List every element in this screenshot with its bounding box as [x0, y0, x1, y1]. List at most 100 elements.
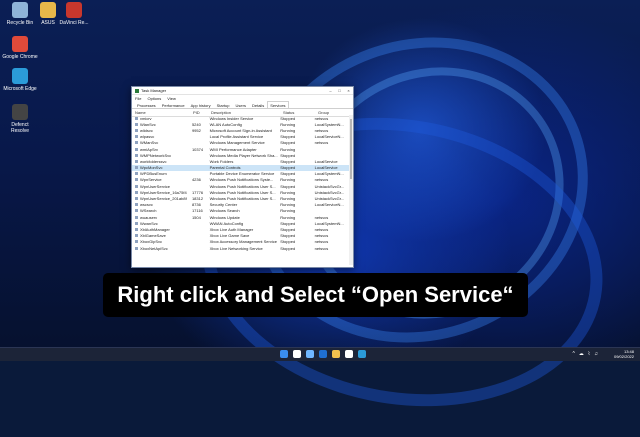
cell-pid: 9952 — [191, 127, 201, 133]
cell-status: Running — [280, 146, 296, 152]
cell-group: netsvcs — [314, 245, 329, 251]
cell-group: netsvcs — [314, 226, 329, 232]
title-bar[interactable]: Task Manager – □ × — [132, 87, 353, 95]
file-explorer-icon[interactable] — [332, 350, 340, 358]
cell-name: WpnService — [132, 177, 192, 182]
cell-desc: Windows Update — [209, 214, 240, 220]
service-name: WpnService — [140, 177, 162, 183]
task-view-icon[interactable] — [306, 350, 314, 358]
cell-group: LocalSystemN... — [314, 121, 344, 127]
cell-name: WpnUserService_201ab8f — [132, 196, 192, 201]
table-row[interactable]: WpnUserService_201ab8f 18312 Windows Push … — [132, 195, 349, 201]
desktop-shortcut-label: Google Chrome — [2, 54, 38, 60]
tab-details[interactable]: Details — [249, 101, 267, 108]
cell-desc: Local Profile Assistant Service — [209, 134, 264, 140]
desktop-shortcut[interactable]: Google Chrome — [2, 36, 38, 60]
close-button[interactable]: × — [344, 88, 353, 93]
service-gear-icon — [135, 197, 138, 201]
cell-status: Stopped — [280, 226, 296, 232]
cell-name: WPDBusEnum — [132, 171, 192, 176]
cell-status: Running — [280, 202, 296, 208]
network-icon[interactable]: ⌇ — [588, 351, 590, 357]
table-row[interactable]: WpcMonSvc Parental Controls Stopped LocalSe… — [132, 164, 349, 171]
cell-group: netsvcs — [314, 177, 329, 183]
chrome-icon — [12, 36, 28, 52]
table-row[interactable]: XboxNetApiSvc Xbox Live Networking Servic… — [132, 245, 349, 251]
cell-desc: Xbox Live Game Save — [209, 233, 250, 239]
tab-startup[interactable]: Startup — [214, 101, 233, 108]
edge-icon — [12, 68, 28, 84]
cell-pid: 18312 — [191, 196, 204, 202]
task-manager-window[interactable]: Task Manager – □ × File Options View Pro… — [131, 86, 354, 268]
table-row[interactable]: WwanSvc WWAN AutoConfig Stopped LocalSystem… — [132, 220, 349, 226]
service-gear-icon — [135, 178, 138, 182]
table-row[interactable]: wuauserv 1504 Windows Update Running netsvcs — [132, 214, 349, 220]
show-hidden-icons-icon[interactable]: ^ — [572, 351, 574, 357]
cell-status: Running — [280, 208, 296, 214]
start-button-icon[interactable] — [280, 350, 288, 358]
cell-name: XboxGipSvc — [132, 239, 192, 244]
maximize-button[interactable]: □ — [335, 88, 344, 93]
davinci-resolve-icon — [12, 104, 28, 120]
tab-performance[interactable]: Performance — [159, 101, 188, 108]
taskbar-apps — [280, 350, 366, 358]
table-row[interactable]: WpnService 4236 Windows Push Notifications… — [132, 177, 349, 183]
table-row[interactable]: workfolderssvc Work Folders Stopped LocalSe… — [132, 158, 349, 164]
tab-app-history[interactable]: App history — [188, 101, 214, 108]
table-row[interactable]: WPDBusEnum Portable Device Enumerator Ser… — [132, 171, 349, 177]
service-name: workfolderssvc — [140, 158, 167, 164]
scrollbar-thumb[interactable] — [350, 119, 352, 179]
table-row[interactable]: XblAuthManager Xbox Live Auth Manager Stop… — [132, 226, 349, 232]
taskbar: ^ ☁ ⌇ ♫ 13:48 09/02/2022 — [0, 347, 640, 361]
cell-status: Running — [280, 127, 296, 133]
service-gear-icon — [135, 122, 138, 126]
cell-group: netsvcs — [314, 233, 329, 239]
chrome-icon[interactable] — [345, 350, 353, 358]
cell-name: WManSvc — [132, 140, 192, 145]
minimize-button[interactable]: – — [326, 88, 335, 93]
desktop-shortcut[interactable]: Microsoft Edge — [2, 68, 38, 92]
table-row[interactable]: wscsvc 8736 Security Center Running LocalSer… — [132, 202, 349, 208]
service-gear-icon — [135, 147, 138, 151]
table-row[interactable]: wlidsvc 9952 Microsoft Account Sign-in Ass… — [132, 127, 349, 133]
widgets-icon[interactable] — [319, 350, 327, 358]
onedrive-icon[interactable]: ☁ — [579, 351, 584, 357]
desktop-shortcut[interactable]: DaVinci Re... — [56, 2, 92, 26]
cell-desc: Portable Device Enumerator Service — [209, 171, 275, 177]
table-row[interactable]: WpnUserService Windows Push Notifications… — [132, 183, 349, 189]
cell-desc: WLAN AutoConfig — [209, 121, 242, 127]
menu-options[interactable]: Options — [147, 96, 161, 101]
tab-users[interactable]: Users — [233, 101, 249, 108]
service-name: WpnUserService_16a75f4 — [140, 189, 187, 195]
table-row[interactable]: XboxGipSvc Xbox Accessory Management Serv… — [132, 239, 349, 245]
service-name: wlpasvc — [140, 134, 155, 140]
table-row[interactable]: wlpasvc Local Profile Assistant Service St… — [132, 134, 349, 140]
cell-desc: Windows Media Player Network Sha... — [209, 152, 278, 158]
desktop-shortcut-label: ASUS — [41, 20, 55, 26]
table-row[interactable]: WManSvc Windows Management Service Stopped… — [132, 140, 349, 146]
table-row[interactable]: vmicrv Windows Insider Service Stopped nets… — [132, 115, 349, 121]
cell-name: wmiApSrv — [132, 147, 192, 152]
services-list: vmicrv Windows Insider Service Stopped nets… — [132, 115, 349, 265]
search-icon[interactable] — [293, 350, 301, 358]
clock[interactable]: 13:48 09/02/2022 — [614, 349, 634, 359]
table-row[interactable]: WlanSvc 5240 WLAN AutoConfig Running LocalSy… — [132, 121, 349, 127]
menu-file[interactable]: File — [135, 96, 141, 101]
service-gear-icon — [135, 159, 138, 163]
menu-view[interactable]: View — [167, 96, 176, 101]
desktop-shortcut[interactable]: Defenct Resolve — [2, 104, 38, 134]
table-row[interactable]: WpnUserService_16a75f4 17776 Windows Push … — [132, 189, 349, 195]
cell-status: Running — [280, 189, 296, 195]
vertical-scrollbar[interactable] — [349, 115, 353, 265]
cell-desc: Xbox Live Auth Manager — [209, 226, 254, 232]
service-gear-icon — [135, 209, 138, 213]
cell-name: WlanSvc — [132, 122, 192, 127]
service-gear-icon — [135, 141, 138, 145]
edge-icon[interactable] — [358, 350, 366, 358]
table-row[interactable]: XblGameSave Xbox Live Game Save Stopped net… — [132, 233, 349, 239]
cell-name: wlidsvc — [132, 128, 192, 133]
tab-services[interactable]: Services — [267, 101, 289, 108]
service-gear-icon — [135, 240, 138, 244]
tab-processes[interactable]: Processes — [134, 101, 159, 108]
volume-icon[interactable]: ♫ — [594, 351, 598, 357]
